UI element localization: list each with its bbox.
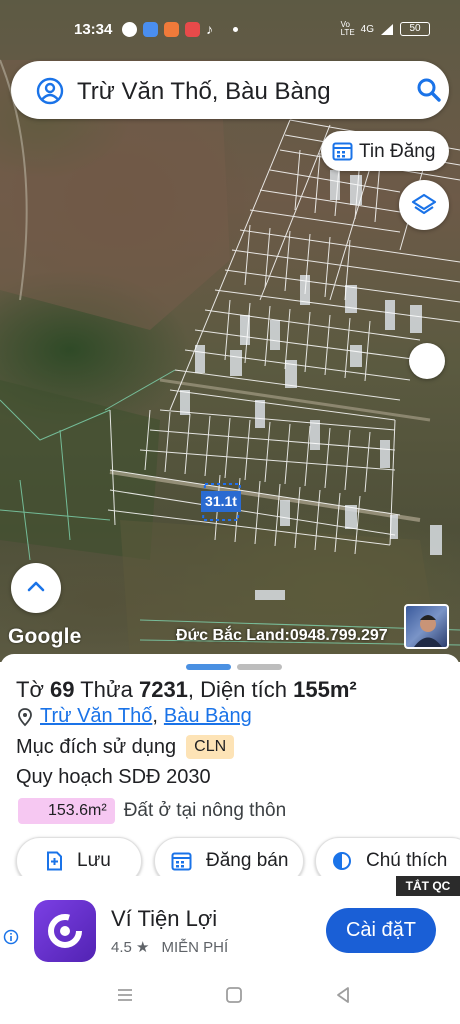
tin-dang-button[interactable]: Tin Đăng xyxy=(321,131,449,171)
listing-icon xyxy=(332,142,353,161)
thua-value: 7231 xyxy=(138,677,188,702)
land-use-purpose-row: Mục đích sử dụng CLN xyxy=(16,735,235,759)
system-icons: Vo LTE 4G 50 xyxy=(341,21,430,37)
address-row: Trừ Văn Thố , Bàu Bàng xyxy=(16,705,252,728)
more-notifications-dot xyxy=(233,27,238,32)
signal-icon xyxy=(381,23,393,35)
layers-button[interactable] xyxy=(399,180,449,230)
shield-app-icon xyxy=(185,22,200,37)
battery-icon: 50 xyxy=(400,22,430,36)
to-value: 69 xyxy=(50,677,75,702)
expand-sheet-button[interactable] xyxy=(11,563,61,613)
status-bar: 13:34 ♪ Vo LTE 4G 50 xyxy=(0,0,460,60)
info-icon[interactable] xyxy=(3,929,19,945)
location-dot-button[interactable] xyxy=(409,343,445,379)
ad-app-logo[interactable] xyxy=(34,900,96,962)
parcel-title: Tờ 69 Thửa 7231, Diện tích 155m² xyxy=(16,677,357,702)
address-link-ward[interactable]: Trừ Văn Thố xyxy=(40,705,152,728)
sheet-page-2[interactable] xyxy=(237,664,282,670)
ad-price: MIỄN PHÍ xyxy=(161,938,229,956)
search-bar[interactable]: Trừ Văn Thố, Bàu Bàng xyxy=(11,61,449,119)
ad-rating: 4.5 xyxy=(111,939,132,956)
address-separator: , xyxy=(152,705,158,727)
ad-app-meta: 4.5 ★ MIỄN PHÍ xyxy=(111,938,229,957)
ad-close-button[interactable]: TẮT QC xyxy=(396,876,460,896)
purpose-code-badge: CLN xyxy=(186,735,235,759)
purpose-label: Mục đích sử dụng xyxy=(16,735,177,758)
parcel-info-sheet: Tờ 69 Thửa 7231, Diện tích 155m² Trừ Văn… xyxy=(0,654,460,890)
parcel-area-label: 31.1t xyxy=(201,491,241,512)
listing-icon xyxy=(171,851,192,871)
google-logo: Google xyxy=(8,625,82,648)
legend-label: Chú thích xyxy=(366,850,448,871)
zoning-area-badge: 153.6m² xyxy=(18,798,115,824)
ad-app-title[interactable]: Ví Tiện Lợi xyxy=(111,906,217,932)
contrast-icon xyxy=(332,851,352,871)
wallet-logo-icon xyxy=(48,914,82,948)
tin-dang-label: Tin Đăng xyxy=(359,141,436,162)
recent-apps-icon[interactable] xyxy=(116,986,134,1004)
install-button[interactable]: Cài đặT xyxy=(326,908,436,953)
dien-tich-value: 155m² xyxy=(293,677,357,702)
star-icon: ★ xyxy=(136,939,150,956)
sheet-pager[interactable] xyxy=(186,664,282,670)
add-bookmark-icon xyxy=(45,851,63,871)
zoning-area-description: Đất ở tại nông thôn xyxy=(123,800,287,821)
thua-label: Thửa xyxy=(80,677,133,702)
volte-icon: Vo LTE xyxy=(340,20,355,37)
watermark-text: Đức Bắc Land:0948.799.297 xyxy=(176,627,388,644)
address-link-district[interactable]: Bàu Bàng xyxy=(164,705,252,728)
account-icon[interactable] xyxy=(36,77,64,105)
planning-label: Quy hoạch SDĐ 2030 xyxy=(16,766,211,788)
app-icon xyxy=(164,22,179,37)
search-icon[interactable] xyxy=(416,77,442,103)
save-label: Lưu xyxy=(77,850,111,871)
layers-icon xyxy=(411,193,437,215)
map-view[interactable]: 13:34 ♪ Vo LTE 4G 50 Trừ Văn Thố, Bàu Bàn… xyxy=(0,0,460,662)
profile-thumbnail[interactable] xyxy=(404,604,449,649)
facebook-icon xyxy=(122,22,137,37)
system-nav-bar xyxy=(0,972,460,1024)
sheet-page-1[interactable] xyxy=(186,664,231,670)
zoning-area-row: 153.6m² Đất ở tại nông thôn xyxy=(18,798,286,824)
location-pin-icon xyxy=(18,707,32,726)
chevron-up-icon xyxy=(27,581,45,592)
tiktok-icon: ♪ xyxy=(206,21,213,37)
to-label: Tờ xyxy=(16,677,44,702)
dien-tich-label: Diện tích xyxy=(200,677,287,702)
ad-banner[interactable]: TẮT QC Ví Tiện Lợi 4.5 ★ MIỄN PHÍ Cài đặ… xyxy=(0,876,460,972)
sell-label: Đăng bán xyxy=(206,850,289,871)
notification-icons: ♪ xyxy=(122,22,238,37)
back-icon[interactable] xyxy=(334,986,352,1004)
person-photo xyxy=(414,615,442,647)
messenger-icon xyxy=(143,22,158,37)
ad-rating-group: 4.5 ★ xyxy=(111,938,149,956)
home-icon[interactable] xyxy=(225,986,243,1004)
status-time: 13:34 xyxy=(74,21,113,38)
network-type: 4G xyxy=(360,23,374,35)
search-input[interactable]: Trừ Văn Thố, Bàu Bàng xyxy=(77,78,331,106)
